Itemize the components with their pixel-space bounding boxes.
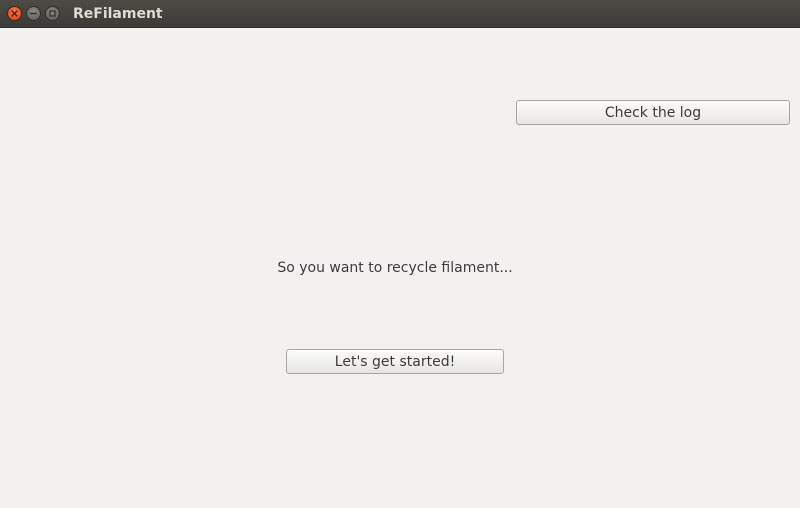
title-bar[interactable]: ReFilament xyxy=(0,0,800,28)
maximize-icon xyxy=(49,10,56,17)
minimize-window-button[interactable] xyxy=(26,6,41,21)
close-window-button[interactable] xyxy=(7,6,22,21)
check-log-button[interactable]: Check the log xyxy=(516,100,790,125)
app-window: ReFilament Check the log So you want to … xyxy=(0,0,800,508)
minimize-icon xyxy=(30,10,37,17)
maximize-window-button[interactable] xyxy=(45,6,60,21)
window-title: ReFilament xyxy=(73,6,163,22)
prompt-text: So you want to recycle filament... xyxy=(277,260,513,276)
get-started-button[interactable]: Let's get started! xyxy=(286,349,504,374)
close-icon xyxy=(11,10,18,17)
